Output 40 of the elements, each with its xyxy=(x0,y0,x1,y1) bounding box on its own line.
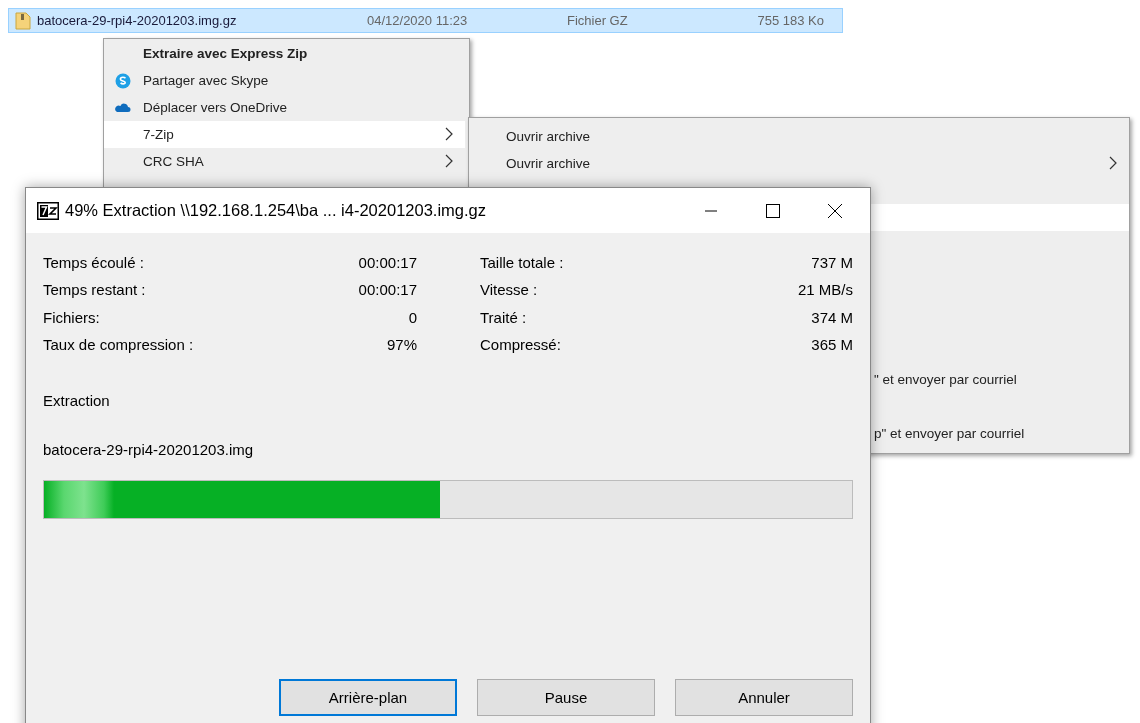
archive-file-icon xyxy=(15,11,31,30)
stat-label: Taux de compression : xyxy=(43,336,194,354)
stat-value: 97% xyxy=(386,336,417,354)
stat-label: Temps restant : xyxy=(43,281,146,299)
dialog-button[interactable]: Pause xyxy=(477,678,655,716)
minimize-icon xyxy=(704,209,718,212)
stat-value: 0 xyxy=(408,308,417,326)
menu-item[interactable]: 7-Zip xyxy=(104,121,465,148)
stat-value: 00:00:17 xyxy=(358,281,417,299)
stat-label: Traité : xyxy=(480,308,527,326)
file-size: 755 183 Ko xyxy=(756,13,824,28)
file-row[interactable]: batocera-29-rpi4-20201203.img.gz 04/12/2020 11:23 Fichier GZ 755 183 Ko xyxy=(8,8,843,33)
stat-value: 21 MB/s xyxy=(797,281,853,299)
file-date: 04/12/2020 11:23 xyxy=(367,13,469,28)
stat-label: Temps écoulé : xyxy=(43,253,144,271)
current-file: batocera-29-rpi4-20201203.img xyxy=(43,440,255,458)
operation-label: Extraction xyxy=(43,391,111,409)
stat-value: 374 M xyxy=(811,308,853,326)
menu-item[interactable]: Extraire avec Express Zip xyxy=(104,40,465,67)
menu-item[interactable]: CRC SHA xyxy=(104,148,465,175)
file-type: Fichier GZ xyxy=(567,13,629,28)
dialog-button[interactable]: Arrière-plan xyxy=(279,678,457,716)
menu-item[interactable]: Déplacer vers OneDrive xyxy=(104,94,465,121)
file-name: batocera-29-rpi4-20201203.img.gz xyxy=(37,13,238,28)
close-icon xyxy=(827,202,843,219)
app-icon xyxy=(37,201,59,220)
stat-value: 00:00:17 xyxy=(358,253,417,271)
menu-item[interactable]: Partager avec Skype xyxy=(104,67,465,94)
menu-item[interactable]: Ouvrir archive xyxy=(469,123,1129,150)
stat-label: Compressé: xyxy=(480,336,561,354)
stat-value: 737 M xyxy=(811,253,853,271)
stat-label: Fichiers: xyxy=(43,308,100,326)
menu-item[interactable]: Ouvrir archive xyxy=(469,150,1129,177)
dialog-button[interactable]: Annuler xyxy=(675,678,853,716)
stat-label: Vitesse : xyxy=(480,281,538,299)
window-title: 49% Extraction \\192.168.1.254\ba ... i4-20201203.img.gz xyxy=(65,201,488,220)
stat-label: Taille totale : xyxy=(480,253,564,271)
skype-icon xyxy=(115,73,131,89)
stat-value: 365 M xyxy=(811,336,853,354)
maximize-icon xyxy=(766,203,780,218)
